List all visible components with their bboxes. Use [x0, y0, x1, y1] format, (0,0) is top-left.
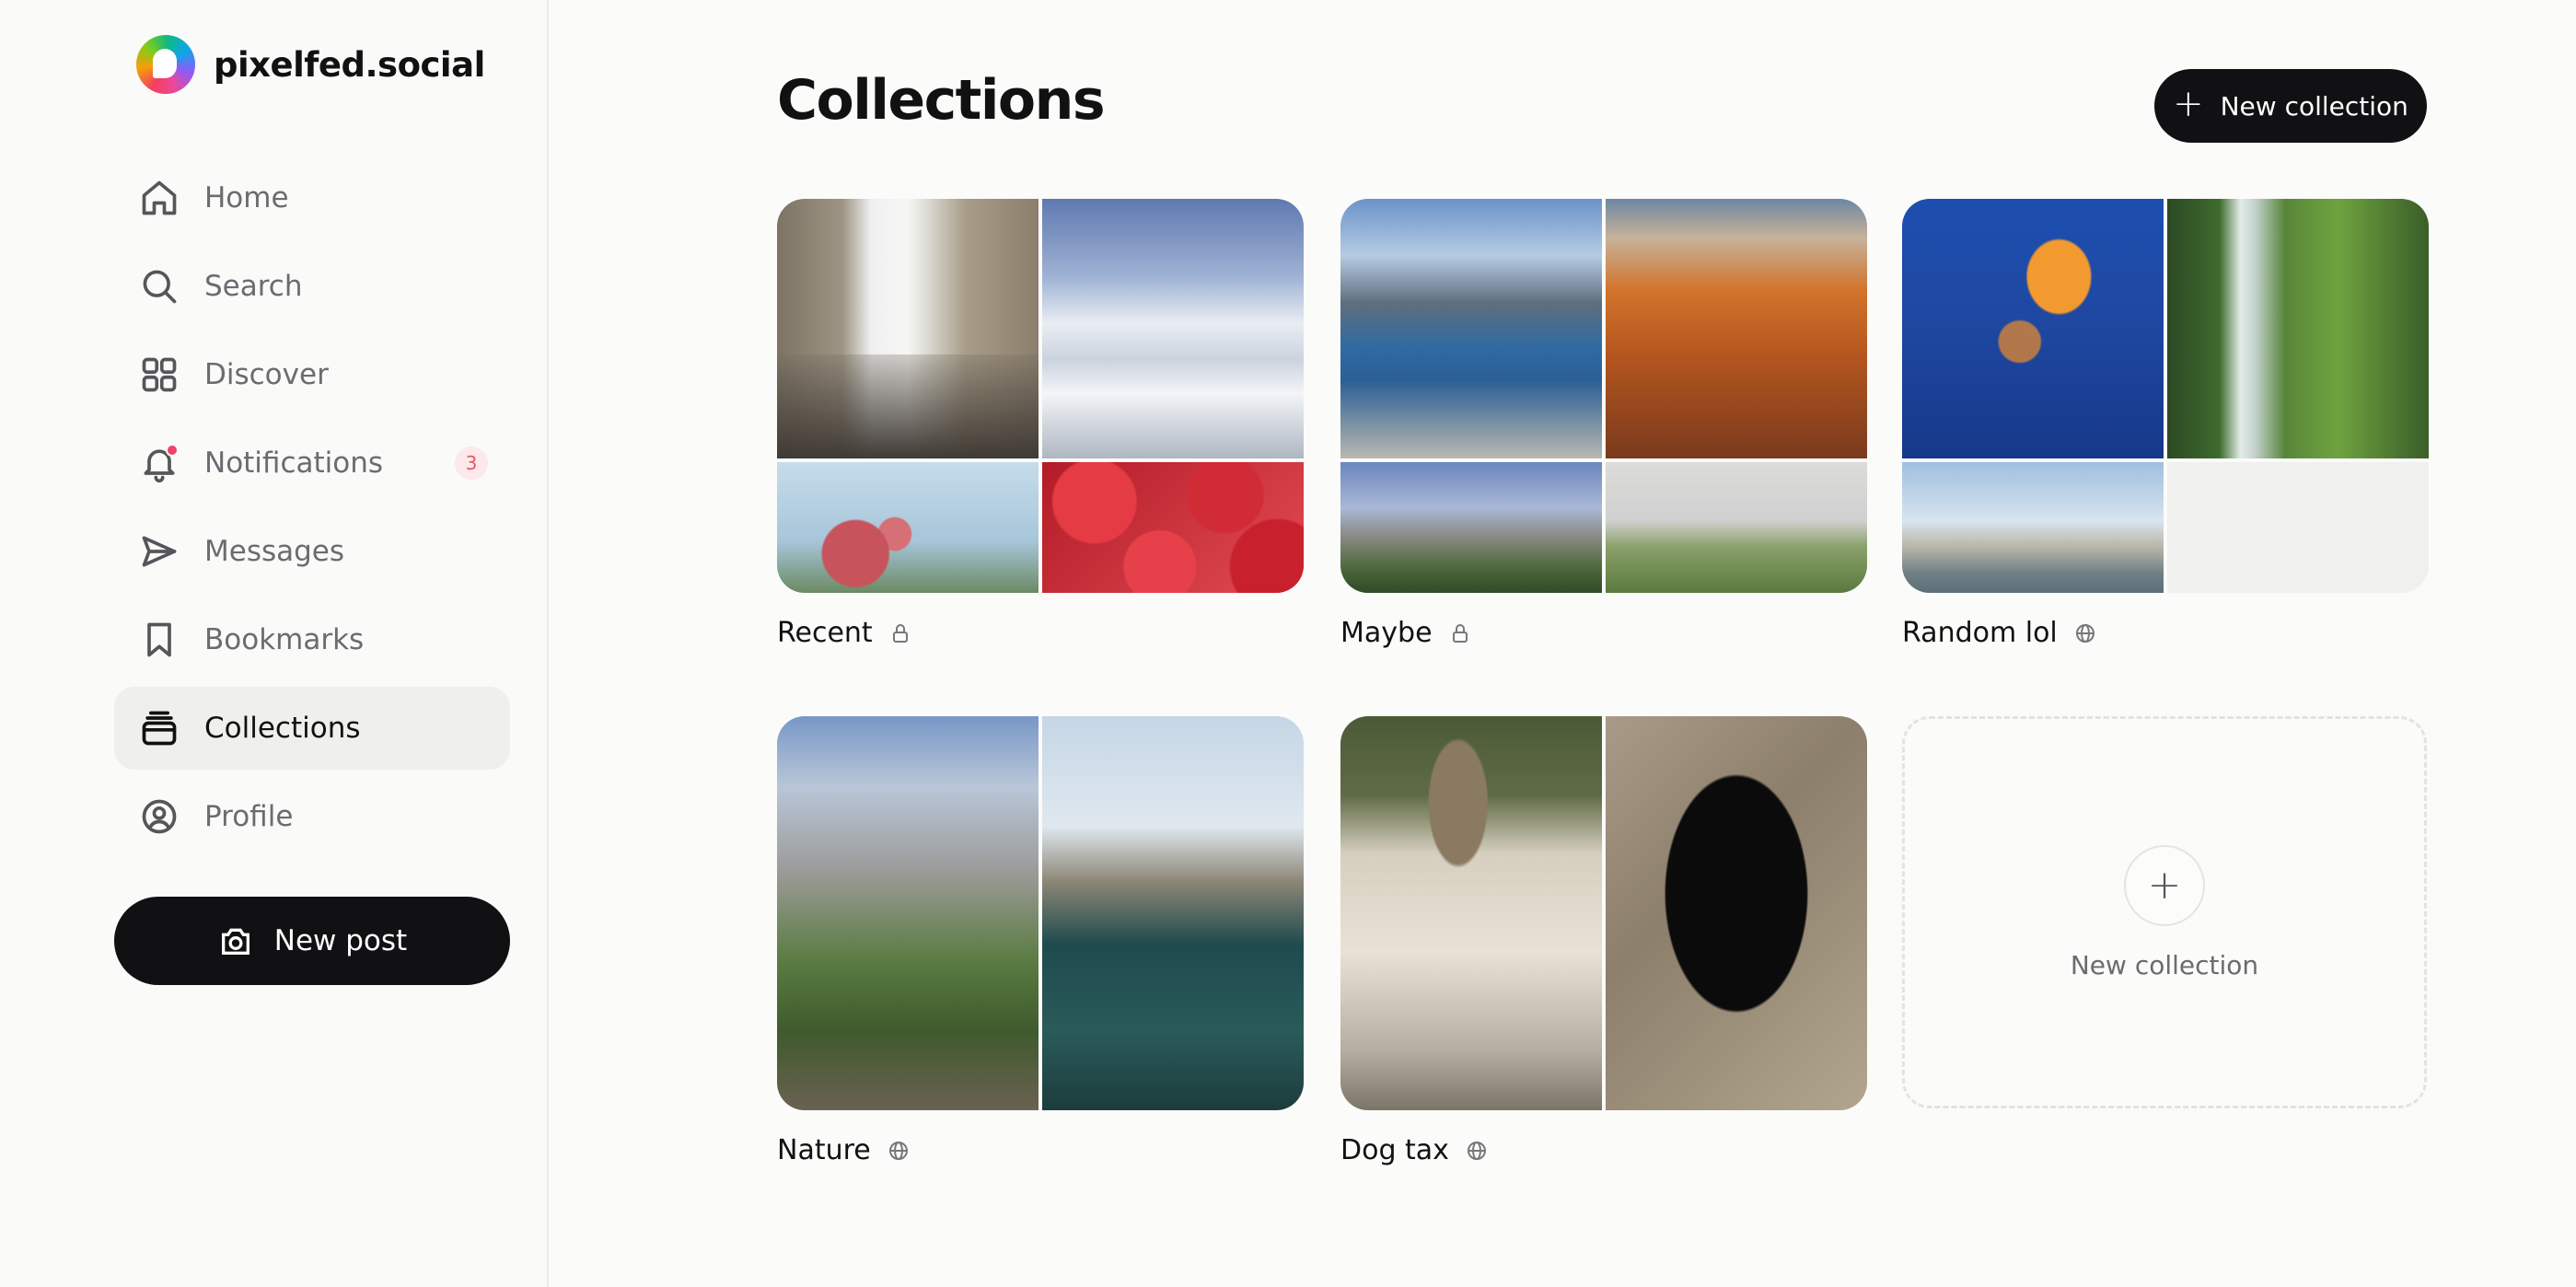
collection-caption: Nature	[777, 1134, 1304, 1166]
search-icon	[138, 265, 180, 307]
collection-caption: Recent	[777, 617, 1304, 649]
collection-card-recent[interactable]: Recent	[777, 199, 1304, 649]
brand[interactable]: pixelfed.social	[136, 35, 485, 94]
sidebar-item-label: Search	[204, 270, 303, 303]
thumbnail-image	[777, 199, 1039, 458]
thumbnail-image	[1606, 199, 1867, 458]
sidebar-item-label: Discover	[204, 358, 329, 391]
collection-title[interactable]: Maybe	[1340, 617, 1433, 649]
empty-thumbnail-slot	[2167, 462, 2429, 593]
thumbnail-image	[1042, 716, 1304, 1110]
sidebar-item-label: Home	[204, 181, 289, 214]
lock-icon	[889, 622, 911, 644]
lock-icon	[1449, 622, 1471, 644]
thumbnail-image	[1340, 716, 1602, 1110]
thumbnail-image	[1902, 199, 2164, 458]
new-post-button[interactable]: New post	[114, 897, 510, 985]
collection-caption: Dog tax	[1340, 1134, 1867, 1166]
bell-icon	[138, 442, 180, 484]
sidebar-item-profile[interactable]: Profile	[114, 775, 510, 858]
plus-icon: +	[2124, 844, 2205, 926]
sidebar-item-label: Collections	[204, 712, 361, 745]
collection-card-nature[interactable]: Nature	[777, 716, 1304, 1166]
sidebar-item-collections[interactable]: Collections	[114, 687, 510, 770]
collection-thumbnail-grid[interactable]	[777, 716, 1304, 1110]
collection-title[interactable]: Dog tax	[1340, 1134, 1449, 1166]
collection-caption: Random lol	[1902, 617, 2429, 649]
collection-title[interactable]: Nature	[777, 1134, 871, 1166]
sidebar: pixelfed.social Home Search Discover Not…	[0, 0, 549, 1287]
user-circle-icon	[138, 795, 180, 838]
thumbnail-image	[1340, 462, 1602, 593]
bookmark-icon	[138, 619, 180, 661]
sidebar-item-notifications[interactable]: Notifications 3	[114, 422, 510, 504]
thumbnail-image	[1340, 199, 1602, 458]
grid-icon	[138, 354, 180, 396]
collection-card-random-lol[interactable]: Random lol	[1902, 199, 2429, 649]
sidebar-item-bookmarks[interactable]: Bookmarks	[114, 598, 510, 681]
thumbnail-image	[1902, 462, 2164, 593]
new-post-label: New post	[273, 924, 408, 957]
new-collection-card-label: New collection	[2070, 949, 2259, 980]
thumbnail-image	[1042, 199, 1304, 458]
new-collection-label: New collection	[2220, 90, 2408, 122]
thumbnail-image	[1606, 462, 1867, 593]
sidebar-item-search[interactable]: Search	[114, 245, 510, 328]
new-collection-card[interactable]: + New collection	[1902, 716, 2427, 1108]
globe-icon	[1466, 1140, 1488, 1162]
home-icon	[138, 177, 180, 219]
sidebar-item-discover[interactable]: Discover	[114, 333, 510, 416]
thumbnail-image	[777, 716, 1039, 1110]
sidebar-item-home[interactable]: Home	[114, 157, 510, 239]
thumbnail-image	[2167, 199, 2429, 458]
collection-caption: Maybe	[1340, 617, 1867, 649]
pixelfed-logo-icon	[136, 35, 195, 94]
thumbnail-image	[1042, 462, 1304, 593]
sidebar-item-label: Messages	[204, 535, 345, 568]
collection-card-dog-tax[interactable]: Dog tax	[1340, 716, 1867, 1166]
app: pixelfed.social Home Search Discover Not…	[0, 0, 2576, 1287]
sidebar-item-messages[interactable]: Messages	[114, 510, 510, 593]
collection-title[interactable]: Recent	[777, 617, 873, 649]
sidebar-nav: Home Search Discover Notifications 3 Mes…	[114, 157, 510, 864]
collection-thumbnail-grid[interactable]	[1340, 716, 1867, 1110]
sidebar-item-label: Notifications	[204, 446, 384, 480]
globe-icon	[888, 1140, 910, 1162]
collection-title[interactable]: Random lol	[1902, 617, 2058, 649]
brand-name: pixelfed.social	[214, 44, 485, 85]
notification-dot	[166, 444, 179, 457]
sidebar-item-label: Bookmarks	[204, 623, 365, 656]
collection-thumbnail-grid[interactable]	[777, 199, 1304, 593]
page-title: Collections	[777, 68, 1106, 133]
collection-thumbnail-grid[interactable]	[1902, 199, 2429, 593]
plus-icon: +	[2173, 83, 2204, 125]
notification-count-badge: 3	[455, 446, 488, 480]
thumbnail-image	[777, 462, 1039, 593]
globe-icon	[2074, 622, 2096, 644]
send-icon	[138, 530, 180, 573]
new-collection-button[interactable]: + New collection	[2154, 69, 2427, 143]
collection-thumbnail-grid[interactable]	[1340, 199, 1867, 593]
thumbnail-image	[1606, 716, 1867, 1110]
sidebar-item-label: Profile	[204, 800, 294, 833]
collection-card-maybe[interactable]: Maybe	[1340, 199, 1867, 649]
collections-icon	[138, 707, 180, 749]
camera-icon	[221, 928, 249, 955]
